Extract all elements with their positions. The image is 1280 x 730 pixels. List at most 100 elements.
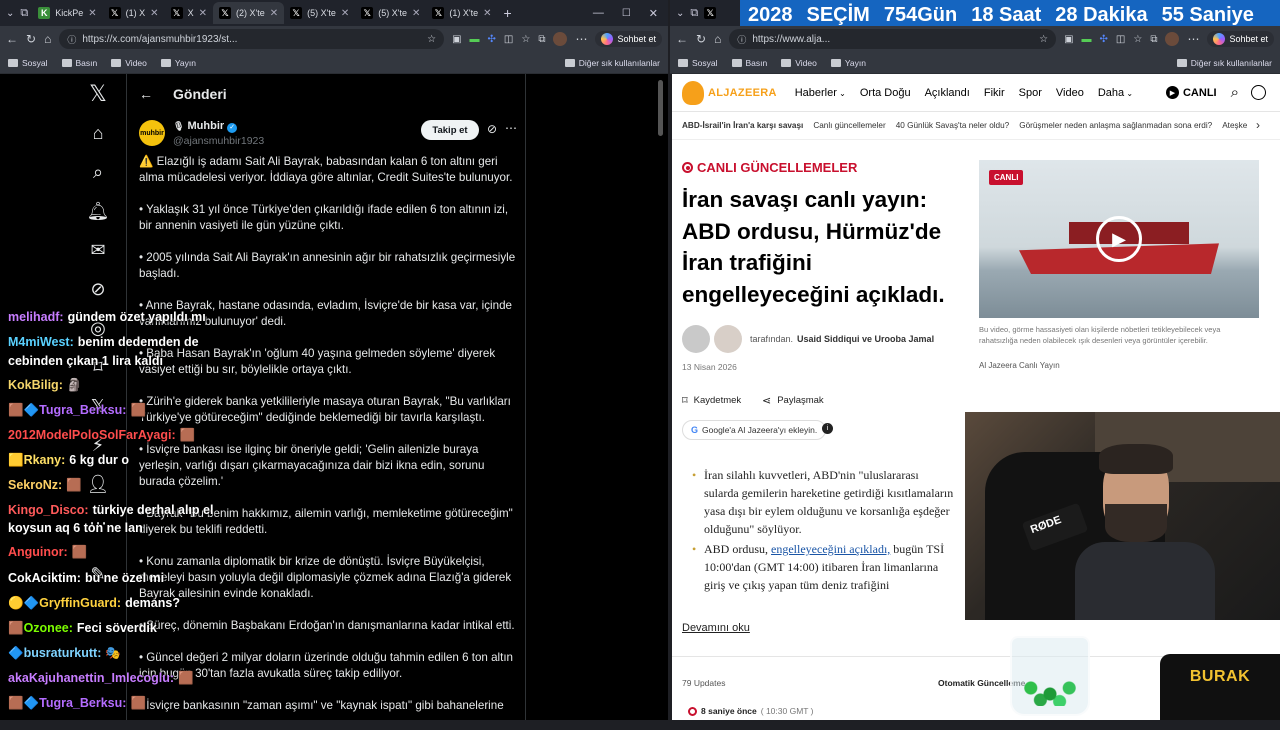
more-icon[interactable]: ⋯: [575, 32, 587, 46]
nav-haberler[interactable]: Haberler ⌄: [795, 87, 846, 99]
split-screen-icon[interactable]: ◫: [1116, 34, 1125, 45]
author-avatar[interactable]: muhbir: [139, 120, 165, 146]
home-icon[interactable]: ⌂: [44, 32, 51, 46]
tab-kickpe[interactable]: K KickPe ✕: [32, 2, 102, 24]
close-icon[interactable]: ✕: [199, 8, 207, 19]
video-play-icon[interactable]: ▶: [1096, 216, 1142, 262]
tab-actions-icon[interactable]: ⌄: [6, 8, 14, 19]
extension-icon[interactable]: ✣: [488, 34, 496, 45]
author-avatar[interactable]: [714, 325, 742, 353]
nav-video[interactable]: Video: [1056, 87, 1084, 99]
url-input[interactable]: ⓘ https://x.com/ajansmuhbir1923/st... ☆: [59, 29, 445, 49]
subnav-item[interactable]: Görüşmeler neden anlaşma sağlanmadan son…: [1019, 121, 1212, 130]
save-button[interactable]: ⌑ Kaydetmek: [682, 394, 741, 407]
split-screen-icon[interactable]: ◫: [504, 34, 513, 45]
tab-x-4[interactable]: 𝕏 (5) X'te ✕: [284, 2, 355, 24]
minimize-icon[interactable]: —: [593, 7, 604, 19]
close-icon[interactable]: ✕: [150, 8, 158, 19]
bookmark-folder[interactable]: Basın: [731, 58, 767, 68]
aj-logo[interactable]: ALJAZEERA: [682, 80, 777, 105]
account-icon[interactable]: [1251, 85, 1266, 100]
workspaces-icon[interactable]: ⧉: [690, 7, 698, 20]
extension-icon[interactable]: ▬: [1082, 34, 1092, 45]
other-bookmarks[interactable]: Diğer sık kullanılanlar: [1176, 58, 1272, 68]
close-icon[interactable]: ✕: [341, 8, 349, 19]
extension-icon[interactable]: ▬: [470, 34, 480, 45]
nav-fikir[interactable]: Fikir: [984, 87, 1005, 99]
bookmark-folder[interactable]: Sosyal: [678, 58, 718, 68]
search-icon[interactable]: ⌕: [1231, 84, 1239, 101]
other-bookmarks[interactable]: Diğer sık kullanılanlar: [564, 58, 660, 68]
tab-x-active[interactable]: 𝕏 (2) X'te ✕: [212, 2, 285, 24]
more-icon[interactable]: ⋯: [1187, 32, 1199, 46]
more-options-icon[interactable]: ⋯: [505, 121, 517, 135]
maximize-icon[interactable]: ☐: [622, 8, 631, 19]
favorites-icon[interactable]: ☆: [1133, 34, 1142, 45]
back-arrow-icon[interactable]: ←: [139, 86, 153, 102]
add-google-button[interactable]: G Google'a Al Jazeera'yı ekleyin.: [682, 420, 827, 440]
favorites-icon[interactable]: ☆: [521, 34, 530, 45]
bookmark-folder[interactable]: Basın: [61, 58, 97, 68]
extension-icon[interactable]: ✣: [1100, 34, 1108, 45]
reload-icon[interactable]: ↻: [26, 32, 36, 46]
read-more-link[interactable]: Devamını oku: [682, 622, 750, 634]
x-favicon-icon[interactable]: 𝕏: [704, 7, 717, 19]
profile-avatar[interactable]: [1165, 32, 1180, 46]
subnav-item[interactable]: Canlı güncellemeler: [813, 121, 885, 130]
copilot-button[interactable]: Sohbet et: [595, 31, 662, 47]
url-input[interactable]: ⓘ https://www.alja... ☆: [729, 29, 1057, 49]
bookmark-folder[interactable]: Yayın: [160, 58, 196, 68]
close-icon[interactable]: ✕: [412, 8, 420, 19]
live-button[interactable]: ▶ CANLI: [1165, 86, 1217, 99]
site-info-icon[interactable]: ⓘ: [67, 33, 76, 46]
x-logo-icon[interactable]: 𝕏: [78, 74, 118, 114]
tab-x-1[interactable]: 𝕏 (1) X ✕: [103, 2, 165, 24]
follow-button[interactable]: Takip et: [421, 120, 479, 140]
nav-orta-dogu[interactable]: Orta Doğu: [860, 87, 911, 99]
profile-icon[interactable]: 👤︎: [78, 464, 118, 504]
back-icon[interactable]: ←: [676, 32, 688, 46]
bookmark-folder[interactable]: Video: [111, 58, 147, 68]
nav-aciklandi[interactable]: Açıklandı: [925, 87, 970, 99]
bookmark-folder[interactable]: Video: [781, 58, 817, 68]
tab-x-5[interactable]: 𝕏 (5) X'te ✕: [355, 2, 426, 24]
subnav-next-icon[interactable]: ›: [1256, 118, 1260, 132]
close-icon[interactable]: ✕: [88, 8, 96, 19]
back-icon[interactable]: ←: [6, 32, 18, 46]
tab-actions-icon[interactable]: ⌄: [676, 8, 684, 19]
bookmark-folder[interactable]: Sosyal: [8, 58, 48, 68]
info-icon[interactable]: i: [822, 423, 833, 434]
new-tab-icon[interactable]: +: [503, 5, 511, 21]
explore-icon[interactable]: ⌕: [78, 152, 118, 192]
site-info-icon[interactable]: ⓘ: [737, 33, 746, 46]
profile-avatar[interactable]: [553, 32, 568, 46]
notifications-icon[interactable]: 🔔︎: [78, 191, 118, 231]
close-window-icon[interactable]: ✕: [649, 7, 658, 20]
home-icon[interactable]: ⌂: [714, 32, 721, 46]
workspaces-icon[interactable]: ⧉: [20, 7, 28, 20]
reload-icon[interactable]: ↻: [696, 32, 706, 46]
live-video-player[interactable]: CANLI ▶: [979, 160, 1259, 318]
tab-x-2[interactable]: 𝕏 X ✕: [165, 2, 213, 24]
extension-icon[interactable]: ▣: [1064, 34, 1073, 45]
nav-daha[interactable]: Daha ⌄: [1098, 87, 1133, 99]
messages-icon[interactable]: ✉: [78, 230, 118, 270]
grok-icon[interactable]: ⊘: [487, 122, 497, 136]
byline-authors[interactable]: Usaid Siddiqui ve Urooba Jamal: [797, 334, 934, 344]
extension-icon[interactable]: ▣: [452, 34, 461, 45]
collections-icon[interactable]: ⧉: [1150, 34, 1157, 45]
copilot-button[interactable]: Sohbet et: [1207, 31, 1274, 47]
favorite-star-icon[interactable]: ☆: [1039, 34, 1048, 45]
page-scrollbar[interactable]: [658, 80, 663, 136]
collections-icon[interactable]: ⧉: [538, 34, 545, 45]
subnav-item[interactable]: 40 Günlük Savaş'ta neler oldu?: [896, 121, 1010, 130]
tab-x-6[interactable]: 𝕏 (1) X'te ✕: [426, 2, 497, 24]
favorite-star-icon[interactable]: ☆: [427, 34, 436, 45]
home-icon[interactable]: ⌂: [78, 113, 118, 153]
close-icon[interactable]: ✕: [483, 8, 491, 19]
subnav-item[interactable]: Ateşke: [1222, 121, 1247, 130]
share-button[interactable]: ⋖ Paylaşmak: [762, 394, 824, 407]
author-avatar[interactable]: [682, 325, 710, 353]
author-handle[interactable]: @ajansmuhbir1923: [173, 135, 264, 147]
grok-icon[interactable]: ⊘: [78, 269, 118, 309]
